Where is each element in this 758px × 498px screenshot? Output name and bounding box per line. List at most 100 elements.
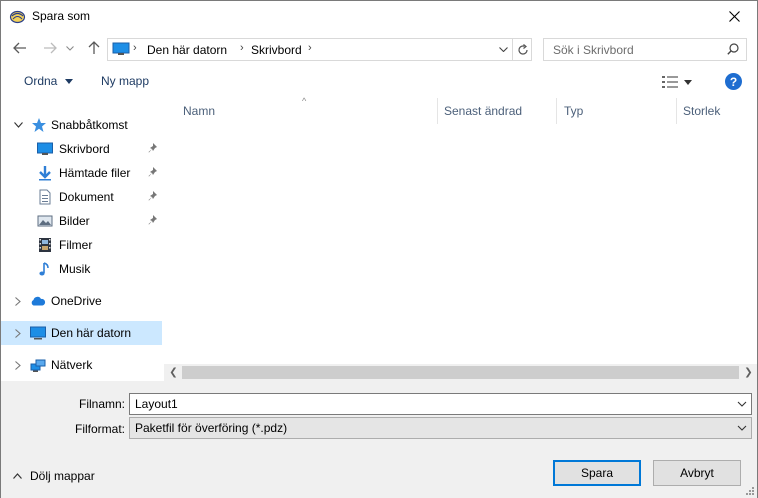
chevron-down-icon <box>498 47 508 52</box>
monitor-icon <box>37 142 53 155</box>
scroll-left-icon[interactable]: ❮ <box>165 366 182 379</box>
nav-item-music[interactable]: Musik <box>1 257 162 281</box>
film-icon <box>39 238 51 252</box>
scrollbar-thumb[interactable] <box>182 366 739 379</box>
back-button[interactable] <box>9 38 31 58</box>
column-label: Senast ändrad <box>444 104 523 118</box>
app-icon <box>9 10 26 24</box>
nav-item-videos[interactable]: Filmer <box>1 233 162 257</box>
save-button[interactable]: Spara <box>553 460 641 486</box>
caret-down-icon <box>684 79 692 85</box>
organize-label: Ordna <box>24 74 58 88</box>
command-bar: Ordna Ny mapp ? <box>1 64 757 98</box>
caret-down-icon <box>64 79 73 85</box>
column-header-name[interactable]: Namn <box>164 98 437 124</box>
address-history-button[interactable] <box>495 41 511 58</box>
nav-item-downloads[interactable]: Hämtade filer <box>1 161 162 185</box>
filename-input[interactable]: Layout1 <box>129 393 752 415</box>
arrow-left-icon <box>13 42 26 54</box>
column-header-modified[interactable]: Senast ändrad <box>438 98 556 124</box>
chevron-right-icon[interactable] <box>13 295 23 307</box>
column-label: Storlek <box>683 104 721 118</box>
hide-folders-label: Dölj mappar <box>30 469 95 483</box>
nav-item-network[interactable]: Nätverk <box>1 353 162 377</box>
pin-icon <box>148 215 157 225</box>
breadcrumb-this-pc[interactable]: Den här datorn <box>147 43 227 57</box>
computer-icon <box>30 326 46 340</box>
nav-item-this-pc[interactable]: Den här datorn <box>1 321 162 345</box>
format-select[interactable]: Paketfil för överföring (*.pdz) <box>129 417 752 439</box>
chevron-down-icon[interactable] <box>13 119 23 131</box>
nav-label: OneDrive <box>51 294 102 308</box>
nav-item-desktop[interactable]: Skrivbord <box>1 137 162 161</box>
refresh-icon <box>517 43 528 55</box>
nav-label: Snabbåtkomst <box>51 118 128 132</box>
format-label: Filformat: <box>74 422 125 436</box>
details-view-icon <box>662 76 678 88</box>
close-button[interactable] <box>711 1 757 32</box>
view-options-button[interactable] <box>662 74 702 90</box>
column-label: Typ <box>564 104 584 118</box>
nav-label: Skrivbord <box>59 142 110 156</box>
save-options-panel: Filnamn: Layout1 Filformat: Paketfil för… <box>1 381 757 498</box>
hide-folders-toggle[interactable]: Dölj mappar <box>13 469 95 483</box>
forward-button[interactable] <box>39 38 61 58</box>
nav-item-onedrive[interactable]: OneDrive <box>1 289 162 313</box>
picture-icon <box>37 215 53 227</box>
star-icon <box>32 118 46 132</box>
title-bar: Spara som <box>1 1 757 32</box>
filename-value: Layout1 <box>135 397 178 411</box>
horizontal-scrollbar[interactable]: ❮ ❯ <box>164 364 757 381</box>
breadcrumb-desktop[interactable]: Skrivbord <box>251 43 302 57</box>
nav-label: Hämtade filer <box>59 166 131 180</box>
search-icon <box>727 43 739 55</box>
nav-label: Filmer <box>59 238 93 252</box>
resize-grip-icon[interactable] <box>744 485 754 495</box>
nav-item-documents[interactable]: Dokument <box>1 185 162 209</box>
breadcrumb-separator-icon: › <box>240 42 244 54</box>
chevron-up-icon <box>13 473 22 479</box>
download-arrow-icon <box>39 166 51 181</box>
nav-label: Nätverk <box>51 358 93 372</box>
help-button[interactable]: ? <box>725 73 742 90</box>
nav-item-pictures[interactable]: Bilder <box>1 209 162 233</box>
nav-label: Bilder <box>59 214 90 228</box>
search-box[interactable]: Sök i Skrivbord <box>543 38 747 61</box>
nav-label: Den här datorn <box>51 326 132 340</box>
nav-item-quick-access[interactable]: Snabbåtkomst <box>1 113 162 137</box>
pin-icon <box>148 143 157 153</box>
breadcrumb-separator-icon: › <box>133 42 137 54</box>
column-label: Namn <box>183 104 216 118</box>
recent-locations-button[interactable] <box>63 38 77 58</box>
save-as-dialog: Spara som › Den här datorn › Skrivbord ›… <box>0 0 758 498</box>
chevron-down-icon <box>737 425 747 431</box>
chevron-down-icon[interactable] <box>737 398 747 410</box>
filename-label: Filnamn: <box>78 397 125 411</box>
scroll-right-icon[interactable]: ❯ <box>740 366 757 379</box>
monitor-icon <box>112 42 130 55</box>
chevron-right-icon[interactable] <box>13 359 23 371</box>
new-folder-button[interactable]: Ny mapp <box>101 74 149 88</box>
navigation-pane: Snabbåtkomst Skrivbord Hämtade filer Dok… <box>1 98 164 381</box>
breadcrumb-separator-icon: › <box>308 42 312 54</box>
up-button[interactable] <box>83 38 105 58</box>
document-icon <box>39 189 51 205</box>
navigation-row: › Den här datorn › Skrivbord › Sök i Skr… <box>1 32 757 64</box>
refresh-button[interactable] <box>512 39 532 60</box>
arrow-right-icon <box>44 42 57 54</box>
pin-icon <box>148 167 157 177</box>
nav-label: Musik <box>59 262 91 276</box>
address-bar[interactable]: › Den här datorn › Skrivbord › <box>107 38 532 61</box>
file-list[interactable]: ^ Namn Senast ändrad Typ Storlek ❮ ❯ <box>164 96 757 381</box>
window-title: Spara som <box>32 9 91 23</box>
column-header-type[interactable]: Typ <box>557 98 676 124</box>
format-value: Paketfil för överföring (*.pdz) <box>135 421 288 435</box>
cancel-button[interactable]: Avbryt <box>653 460 741 486</box>
organize-button[interactable]: Ordna <box>24 74 73 88</box>
chevron-right-icon[interactable] <box>13 327 23 339</box>
arrow-up-icon <box>88 41 100 54</box>
column-header-size[interactable]: Storlek <box>677 98 757 124</box>
nav-label: Dokument <box>59 190 114 204</box>
network-icon <box>30 359 46 372</box>
music-note-icon <box>39 262 49 276</box>
